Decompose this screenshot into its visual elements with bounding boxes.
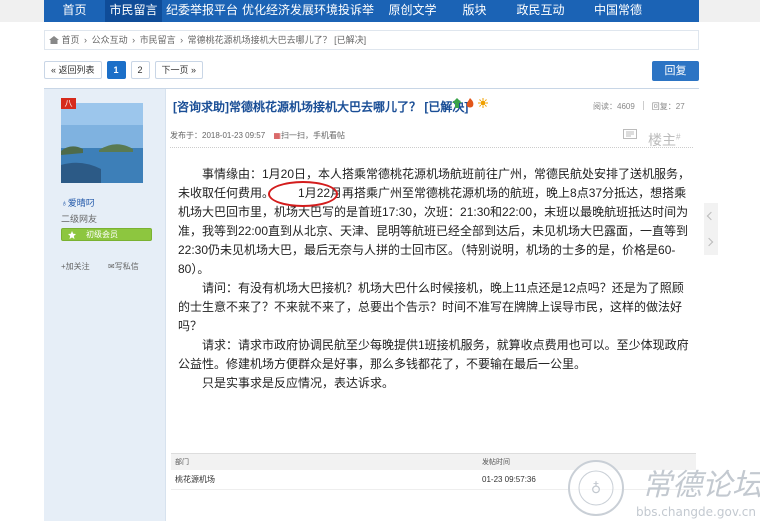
nav-home[interactable]: 首页 bbox=[44, 0, 105, 22]
home-icon[interactable] bbox=[49, 36, 59, 44]
reply-button[interactable]: 回复 bbox=[652, 61, 699, 81]
message-button[interactable]: ✉写私信 bbox=[108, 261, 139, 272]
title-icons bbox=[452, 98, 488, 108]
post-title[interactable]: [咨询求助]常德桃花源机场接机大巴去哪儿了？ [已解决] bbox=[173, 98, 468, 115]
qr-icon[interactable]: ▦ bbox=[273, 131, 281, 140]
post-paragraph: 事情缘由：1月20日，本人搭乘常德桃花源机场航班前往广州，常德民航处安排了送机服… bbox=[178, 167, 691, 276]
nav-interaction[interactable]: 政民互动 bbox=[498, 0, 583, 22]
user-panel: 八 ♁爱晴叼 二级网友 初级会员 +加关注 ✉写私信 bbox=[44, 89, 166, 521]
up-arrow-icon bbox=[452, 98, 462, 108]
page-2-button[interactable]: 2 bbox=[130, 61, 150, 79]
user-icon: ♁ bbox=[61, 198, 68, 208]
star-icon bbox=[68, 231, 76, 239]
nav-original-literature[interactable]: 原创文学 bbox=[374, 0, 451, 22]
vip-badge: 初级会员 bbox=[61, 228, 152, 241]
nav-sections[interactable]: 版块 bbox=[451, 0, 498, 22]
forum-watermark: ♁ 常德论坛 bbs.changde.gov.cn bbox=[562, 452, 760, 521]
chevron-left-icon[interactable] bbox=[706, 211, 716, 221]
sun-icon bbox=[478, 98, 488, 108]
nav-complaint[interactable]: 优化经济发展环境投诉举报 bbox=[242, 0, 374, 37]
post-paragraph: 请问：有没有机场大巴接机？机场大巴什么时候接机，晚上11点还是12点吗？还是为了… bbox=[178, 281, 684, 333]
table-cell-department[interactable]: 桃花源机场 bbox=[175, 470, 215, 490]
user-level: 二级网友 bbox=[61, 214, 98, 224]
annotation-circle bbox=[268, 181, 339, 207]
pager: « 返回列表 1 2 下一页 » bbox=[44, 61, 204, 79]
breadcrumb: 首页 › 公众互动 › 市民留言 › 常德桃花源机场接机大巴去哪儿了？ [已解决… bbox=[44, 30, 699, 50]
next-page-button[interactable]: 下一页 » bbox=[154, 61, 204, 79]
nav-discipline-report[interactable]: 纪委举报平台 bbox=[162, 0, 242, 22]
breadcrumb-sep: › bbox=[180, 35, 184, 45]
divider bbox=[170, 147, 693, 148]
username[interactable]: ♁爱晴叼 bbox=[61, 196, 95, 209]
back-to-list-button[interactable]: « 返回列表 bbox=[44, 61, 102, 79]
replies-count: 回复：27 bbox=[651, 102, 685, 111]
breadcrumb-current-thread[interactable]: 常德桃花源机场接机大巴去哪儿了？ [已解决] bbox=[188, 35, 367, 45]
scan-link[interactable]: 扫一扫，手机看帖 bbox=[281, 131, 345, 140]
breadcrumb-sep: › bbox=[132, 35, 136, 45]
svg-text:♁: ♁ bbox=[591, 481, 601, 497]
watermark-title: 常德论坛 bbox=[642, 468, 760, 503]
column-header-time: 发帖时间 bbox=[482, 459, 510, 466]
breadcrumb-sep: › bbox=[84, 35, 88, 45]
breadcrumb-citizen-messages[interactable]: 市民留言 bbox=[140, 35, 176, 45]
page-1-button[interactable]: 1 bbox=[106, 61, 126, 79]
level-badge: 八 bbox=[61, 98, 76, 109]
table-cell-time: 01-23 09:57:36 bbox=[482, 475, 536, 484]
envelope-icon: ✉ bbox=[108, 262, 115, 271]
post-meta: 发布于：2018-01-23 09:57 ▦扫一扫，手机看帖 bbox=[170, 130, 345, 141]
post-body: 事情缘由：1月20日，本人搭乘常德桃花源机场航班前往广州，常德民航处安排了送机服… bbox=[178, 165, 693, 393]
column-header-department: 部门 bbox=[175, 459, 189, 466]
avatar[interactable] bbox=[61, 103, 143, 183]
breadcrumb-public-interaction[interactable]: 公众互动 bbox=[92, 35, 128, 45]
post-date: 发布于：2018-01-23 09:57 bbox=[170, 131, 266, 140]
views-count: 阅读：4609 bbox=[593, 102, 635, 111]
nav-citizen-messages[interactable]: 市民留言 bbox=[105, 0, 162, 22]
chevron-right-icon[interactable] bbox=[704, 237, 714, 247]
quote-icon[interactable] bbox=[623, 129, 637, 139]
circled-date: 1月22月 bbox=[268, 181, 342, 207]
post-paragraph: 只是实事求是反应情况，表达诉求。 bbox=[202, 376, 395, 390]
side-nav-arrows bbox=[704, 203, 718, 255]
nav-china-changde[interactable]: 中国常德 bbox=[583, 0, 653, 22]
watermark-url: bbs.changde.gov.cn bbox=[636, 505, 756, 519]
follow-button[interactable]: +加关注 bbox=[61, 261, 90, 272]
top-nav-bar: 首页 市民留言 纪委举报平台 优化经济发展环境投诉举报 原创文学 版块 政民互动… bbox=[0, 0, 760, 37]
post-paragraph: 请求：请求市政府协调民航至少每晚提供1班接机服务，就算收点费用也可以。至少体现政… bbox=[178, 338, 689, 371]
breadcrumb-home[interactable]: 首页 bbox=[62, 35, 80, 45]
hot-icon bbox=[466, 98, 474, 108]
post-stats: 阅读：4609 回复：27 bbox=[593, 101, 685, 112]
